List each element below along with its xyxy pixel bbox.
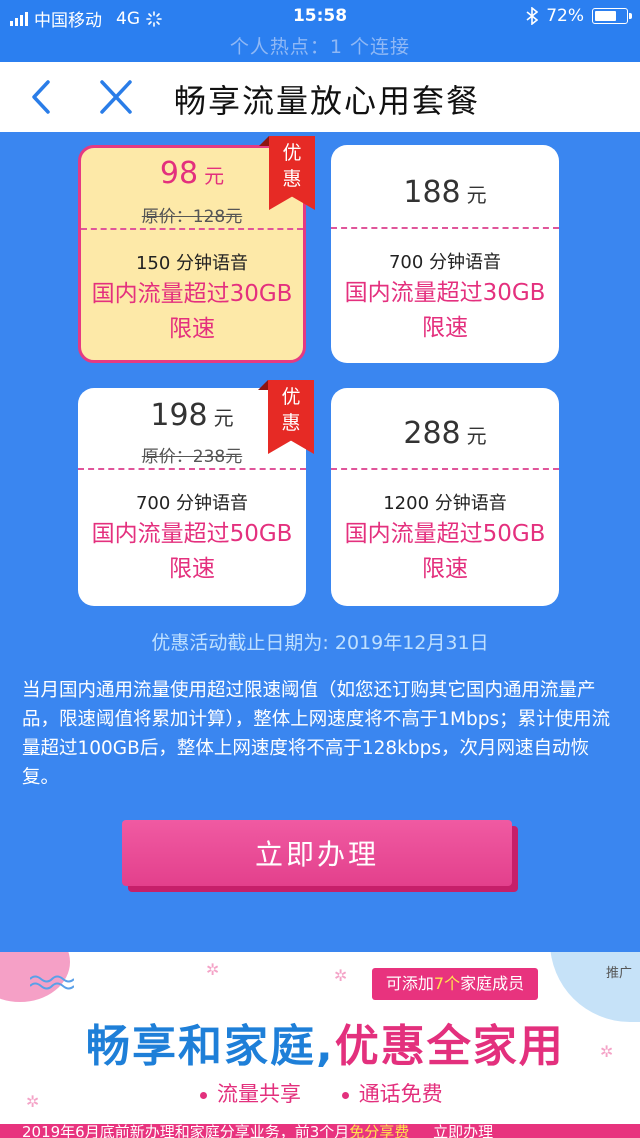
dashed-divider — [78, 468, 306, 470]
voice-minutes: 700 分钟语音 — [388, 252, 502, 273]
headline-part-2: 优惠全家用 — [334, 1021, 565, 1072]
tag-suffix: 家庭成员 — [460, 974, 525, 993]
star-decoration-icon: ✲ — [334, 966, 348, 985]
tag-prefix: 可添加 — [385, 974, 434, 993]
feature-label: 通话免费 — [358, 1082, 443, 1106]
back-button[interactable] — [26, 78, 62, 116]
banner-bottom-strip[interactable]: 2019年6月底前新办理和家庭分享业务，前3个月免分享费 立即办理 — [0, 1124, 640, 1138]
close-button[interactable] — [96, 78, 136, 116]
speed-limit-label: 限速 — [422, 315, 468, 341]
badge-char: 惠 — [281, 412, 301, 434]
data-allowance: 国内流量超过50GB — [91, 521, 293, 547]
badge-char: 优 — [282, 142, 302, 164]
dashed-divider — [81, 228, 303, 230]
chevron-left-icon — [32, 80, 50, 114]
promo-deadline: 优惠活动截止日期为: 2019年12月31日 — [151, 632, 489, 654]
data-allowance: 国内流量超过30GB — [344, 280, 546, 306]
bottom-highlight: 免分享费 — [349, 1124, 410, 1138]
page-title: 畅享流量放心用套餐 — [174, 82, 481, 120]
data-allowance: 国内流量超过30GB — [91, 281, 293, 307]
hotspot-banner[interactable]: 个人热点：1 个连接 — [0, 32, 640, 59]
dashed-divider — [331, 227, 559, 229]
discount-badge: 优惠 — [258, 380, 314, 454]
bottom-text: 2019年6月底前新办理和家庭分享业务，前3个月 — [22, 1124, 350, 1138]
price-value: 288 — [403, 416, 461, 451]
battery-percent: 72% — [546, 6, 584, 26]
voice-minutes: 150 分钟语音 — [135, 253, 249, 274]
plan-card-198[interactable]: 198 元 原价：238元 700 分钟语音 国内流量超过50GB 限速 优惠 — [78, 380, 314, 606]
plan-price: 188 元 — [331, 175, 559, 210]
data-allowance: 国内流量超过50GB — [344, 521, 546, 547]
star-decoration-icon: ✲ — [206, 960, 220, 979]
price-value: 188 — [403, 175, 461, 210]
discount-badge: 优惠 — [259, 136, 315, 210]
badge-char: 优 — [281, 386, 301, 408]
voice-minutes: 1200 分钟语音 — [383, 493, 507, 514]
speed-limit-label: 限速 — [169, 556, 215, 582]
badge-char: 惠 — [282, 168, 302, 190]
bullet-icon — [200, 1091, 207, 1099]
price-unit: 元 — [466, 424, 487, 448]
feature-item: 通话免费 — [341, 1082, 443, 1106]
status-bar: 中国移动 4G 15:58 72% 个人热点：1 个连接 — [0, 0, 640, 62]
close-icon — [100, 80, 132, 114]
feature-item: 流量共享 — [200, 1082, 301, 1106]
speed-limit-label: 限速 — [169, 316, 215, 342]
headline-part-1: 畅享和家庭, — [86, 1021, 335, 1072]
bottom-link[interactable]: 立即办理 — [409, 1124, 493, 1138]
dashed-divider — [331, 468, 559, 470]
plan-price: 288 元 — [331, 416, 559, 451]
banner-headline: 畅享和家庭,优惠全家用 — [86, 1010, 565, 1074]
price-unit: 元 — [466, 183, 487, 207]
plan-card-98[interactable]: 98 元 原价：128元 150 分钟语音 国内流量超过30GB 限速 优惠 — [78, 136, 315, 363]
bluetooth-icon — [526, 7, 539, 25]
banner-features: 流量共享 通话免费 — [200, 1078, 477, 1108]
family-members-tag: 可添加7个家庭成员 — [372, 968, 538, 1000]
plan-card-288[interactable]: 288 元 1200 分钟语音 国内流量超过50GB 限速 — [331, 388, 559, 606]
nav-bar: 畅享流量放心用套餐 — [0, 62, 640, 132]
plan-description: 当月国内通用流量使用超过限速阈值（如您还订购其它国内通用流量产品，限速阈值将累加… — [22, 680, 611, 788]
feature-label: 流量共享 — [217, 1082, 301, 1106]
promo-banner[interactable]: ✲ ✲ ✲ ✲ 可添加7个家庭成员 推广 畅享和家庭,优惠全家用 流量共享 通话… — [0, 952, 640, 1138]
price-value: 98 — [159, 156, 199, 191]
star-decoration-icon: ✲ — [600, 1042, 614, 1061]
plan-card-188[interactable]: 188 元 700 分钟语音 国内流量超过30GB 限速 — [331, 145, 559, 363]
apply-button-wrap: 立即办理 — [122, 820, 518, 892]
apply-now-button[interactable]: 立即办理 — [122, 820, 512, 886]
star-decoration-icon: ✲ — [26, 1092, 40, 1111]
battery-icon — [592, 8, 632, 24]
voice-minutes: 700 分钟语音 — [135, 493, 249, 514]
price-unit: 元 — [213, 406, 234, 430]
price-unit: 元 — [204, 164, 225, 188]
ad-label: 推广 — [605, 966, 632, 981]
price-value: 198 — [150, 398, 208, 433]
speed-limit-label: 限速 — [422, 556, 468, 582]
tag-number: 7个 — [433, 974, 461, 993]
bullet-icon — [341, 1091, 349, 1099]
wave-decoration-icon — [30, 975, 74, 990]
